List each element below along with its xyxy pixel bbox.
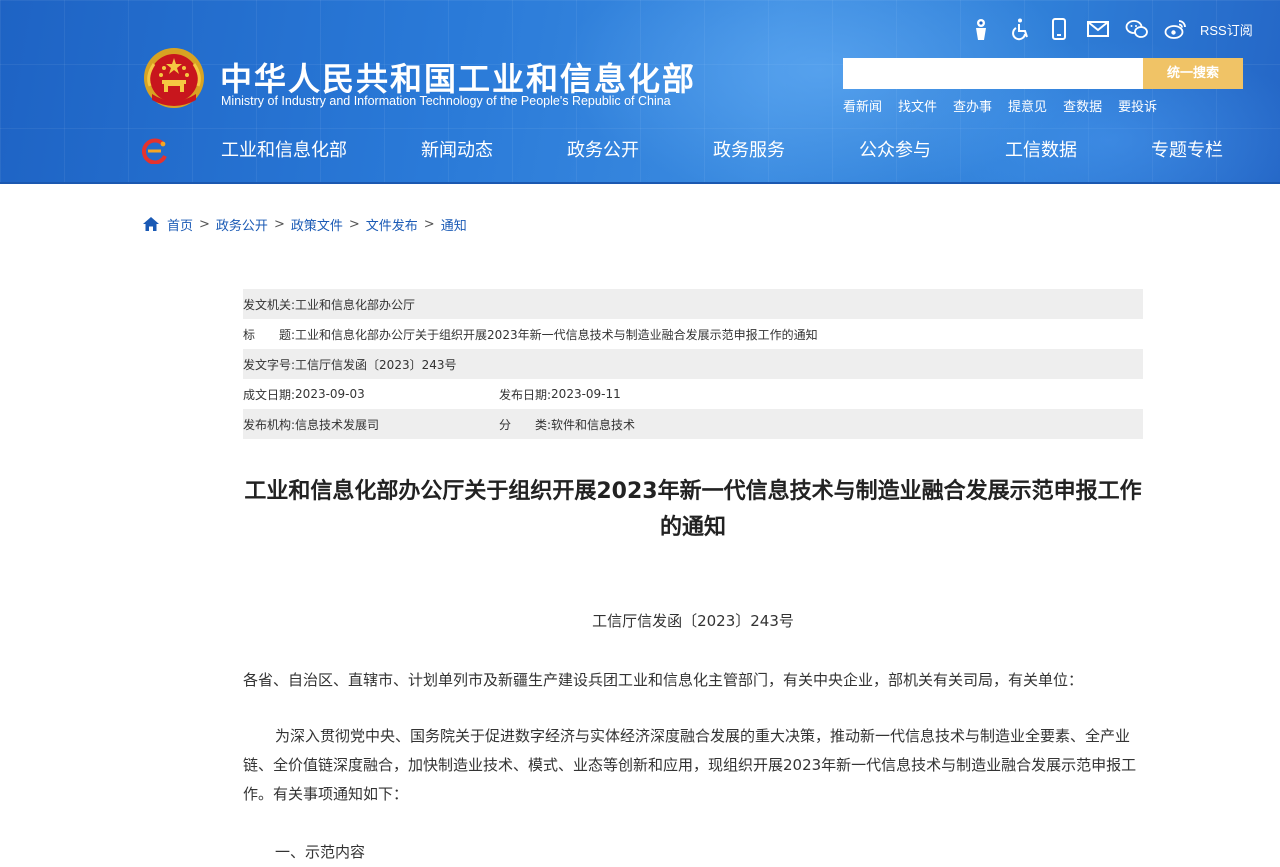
home-icon[interactable] bbox=[142, 215, 160, 233]
search-button[interactable]: 统一搜索 bbox=[1143, 58, 1243, 89]
document-number: 工信厅信发函〔2023〕243号 bbox=[592, 612, 794, 630]
document-title: 工业和信息化部办公厅关于组织开展2023年新一代信息技术与制造业融合发展示范申报… bbox=[244, 479, 1142, 540]
meta-value-doc-number: 工信厅信发函〔2023〕243号 bbox=[295, 357, 457, 372]
breadcrumb-policy-files[interactable]: 政策文件 bbox=[291, 215, 343, 234]
breadcrumb-file-release[interactable]: 文件发布 bbox=[366, 215, 418, 234]
document-meta-table: 发文机关: 工业和信息化部办公厅 标 题: 工业和信息化部办公厅关于组织开展20… bbox=[243, 289, 1143, 439]
document-intro-paragraph: 为深入贯彻党中央、国务院关于促进数字经济与实体经济深度融合发展的重大决策，推动新… bbox=[243, 727, 1137, 803]
meta-cell-published: 发布日期: 2023-09-11 bbox=[499, 386, 621, 403]
quick-link-files[interactable]: 找文件 bbox=[898, 96, 937, 115]
nav-item-news[interactable]: 新闻动态 bbox=[384, 130, 530, 172]
meta-row-dates: 成文日期: 2023-09-03 发布日期: 2023-09-11 bbox=[243, 379, 1143, 409]
breadcrumb-separator: > bbox=[348, 216, 360, 232]
search-input[interactable] bbox=[843, 58, 1143, 89]
quick-link-news[interactable]: 看新闻 bbox=[843, 96, 882, 115]
meta-row-issuer: 发文机关: 工业和信息化部办公厅 bbox=[243, 289, 1143, 319]
breadcrumb-notice[interactable]: 通知 bbox=[441, 215, 467, 234]
accessibility-icon[interactable] bbox=[1007, 16, 1033, 42]
main-nav: 工业和信息化部 新闻动态 政务公开 政务服务 公众参与 工信数据 专题专栏 bbox=[184, 130, 1260, 172]
meta-cell-created: 成文日期: 2023-09-03 bbox=[243, 386, 499, 403]
meta-value-category: 软件和信息技术 bbox=[551, 417, 636, 432]
wechat-icon[interactable] bbox=[1124, 16, 1150, 42]
breadcrumb-home[interactable]: 首页 bbox=[167, 215, 193, 234]
quick-link-feedback[interactable]: 提意见 bbox=[1008, 96, 1047, 115]
document-section-heading: 一、示范内容 bbox=[275, 843, 366, 861]
meta-key-doc-number: 发文字号: bbox=[243, 357, 296, 372]
meta-row-org: 发布机构: 信息技术发展司 分 类: 软件和信息技术 bbox=[243, 409, 1143, 439]
meta-key-org: 发布机构: bbox=[243, 417, 296, 432]
mail-icon[interactable] bbox=[1085, 16, 1111, 42]
elder-mode-icon[interactable] bbox=[968, 16, 994, 42]
meta-value-title: 工业和信息化部办公厅关于组织开展2023年新一代信息技术与制造业融合发展示范申报… bbox=[295, 327, 818, 342]
nav-item-ministry[interactable]: 工业和信息化部 bbox=[184, 130, 384, 172]
meta-key-created: 成文日期: bbox=[243, 387, 296, 402]
weibo-icon[interactable] bbox=[1163, 16, 1189, 42]
national-emblem-icon[interactable] bbox=[142, 46, 206, 114]
meta-key-category: 分 类: bbox=[499, 417, 552, 432]
meta-row-doc-number: 发文字号: 工信厅信发函〔2023〕243号 bbox=[243, 349, 1143, 379]
nav-item-data[interactable]: 工信数据 bbox=[968, 130, 1114, 172]
meta-key-published: 发布日期: bbox=[499, 387, 552, 402]
quick-link-complaints[interactable]: 要投诉 bbox=[1118, 96, 1157, 115]
meta-row-title: 标 题: 工业和信息化部办公厅关于组织开展2023年新一代信息技术与制造业融合发… bbox=[243, 319, 1143, 349]
meta-value-published: 2023-09-11 bbox=[551, 387, 621, 401]
breadcrumb-separator: > bbox=[199, 216, 210, 232]
ministry-logo-icon[interactable] bbox=[141, 138, 169, 164]
quick-links: 看新闻 找文件 查办事 提意见 查数据 要投诉 bbox=[843, 96, 1157, 115]
quick-link-services[interactable]: 查办事 bbox=[953, 96, 992, 115]
meta-key-title: 标 题: bbox=[243, 327, 296, 342]
site-header: 中华人民共和国工业和信息化部 Ministry of Industry and … bbox=[0, 0, 1280, 184]
meta-value-issuer: 工业和信息化部办公厅 bbox=[295, 297, 416, 312]
nav-item-topics[interactable]: 专题专栏 bbox=[1114, 130, 1260, 172]
breadcrumb-separator: > bbox=[273, 216, 285, 232]
header-bottom-strip bbox=[0, 182, 1280, 184]
quick-link-data[interactable]: 查数据 bbox=[1063, 96, 1102, 115]
meta-value-org: 信息技术发展司 bbox=[295, 417, 380, 432]
meta-value-created: 2023-09-03 bbox=[295, 387, 365, 401]
header-tools: RSS订阅 bbox=[968, 14, 1253, 44]
site-title-english: Ministry of Industry and Information Tec… bbox=[221, 94, 671, 108]
breadcrumb-gov-info[interactable]: 政务公开 bbox=[216, 215, 268, 234]
meta-key-issuer: 发文机关: bbox=[243, 297, 296, 312]
breadcrumb-separator: > bbox=[423, 216, 435, 232]
nav-item-public-participation[interactable]: 公众参与 bbox=[822, 130, 968, 172]
rss-link[interactable]: RSS订阅 bbox=[1200, 20, 1253, 39]
meta-cell-category: 分 类: 软件和信息技术 bbox=[499, 416, 635, 433]
nav-item-gov-services[interactable]: 政务服务 bbox=[676, 130, 822, 172]
mobile-icon[interactable] bbox=[1046, 16, 1072, 42]
nav-item-gov-info[interactable]: 政务公开 bbox=[530, 130, 676, 172]
meta-cell-org: 发布机构: 信息技术发展司 bbox=[243, 416, 499, 433]
document-addressee: 各省、自治区、直辖市、计划单列市及新疆生产建设兵团工业和信息化主管部门，有关中央… bbox=[243, 671, 1084, 689]
breadcrumb: 首页 > 政务公开 > 政策文件 > 文件发布 > 通知 bbox=[142, 214, 467, 234]
